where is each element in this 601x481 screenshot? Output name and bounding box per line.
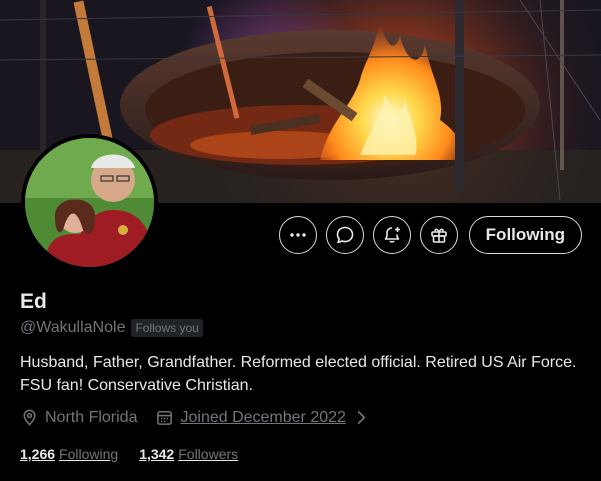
calendar-icon <box>157 411 173 425</box>
more-icon <box>289 233 306 237</box>
follows-you-badge: Follows you <box>131 319 203 337</box>
following-label: Following <box>59 446 119 462</box>
followers-link[interactable]: 1,342 Followers <box>139 446 238 462</box>
followers-count: 1,342 <box>139 446 175 462</box>
profile-avatar[interactable] <box>21 134 158 271</box>
profile-name: Ed <box>20 290 47 313</box>
following-count: 1,266 <box>20 446 56 462</box>
bell-plus-icon <box>384 227 400 243</box>
following-link[interactable]: 1,266 Following <box>20 446 118 462</box>
followers-label: Followers <box>178 446 239 462</box>
profile-handle: @WakullaNole <box>20 319 126 336</box>
location-item: North Florida <box>20 408 137 427</box>
gift-icon <box>430 228 447 243</box>
joined-item[interactable]: Joined December 2022 <box>155 408 370 427</box>
location-pin-icon <box>23 409 36 426</box>
location-text: North Florida <box>45 408 138 426</box>
profile-actions: Following <box>278 216 582 254</box>
notify-button[interactable] <box>372 216 411 254</box>
profile-page: Following Ed @WakullaNole Follows you Hu… <box>0 0 601 481</box>
message-button[interactable] <box>325 216 364 254</box>
profile-bio: Husband, Father, Grandfather. Reformed e… <box>20 354 577 394</box>
subscribe-button[interactable] <box>419 216 458 254</box>
avatar-image <box>25 138 154 267</box>
handle-row: @WakullaNole Follows you <box>20 319 203 337</box>
chevron-right-icon[interactable] <box>352 408 371 427</box>
profile-meta: North Florida Joined December 2022 <box>20 408 371 427</box>
joined-date-link[interactable]: Joined December 2022 <box>180 409 345 427</box>
message-icon <box>336 226 353 244</box>
profile-stats: 1,266 Following 1,342 Followers <box>20 446 238 462</box>
more-button[interactable] <box>278 216 317 254</box>
following-button[interactable]: Following <box>468 216 582 254</box>
